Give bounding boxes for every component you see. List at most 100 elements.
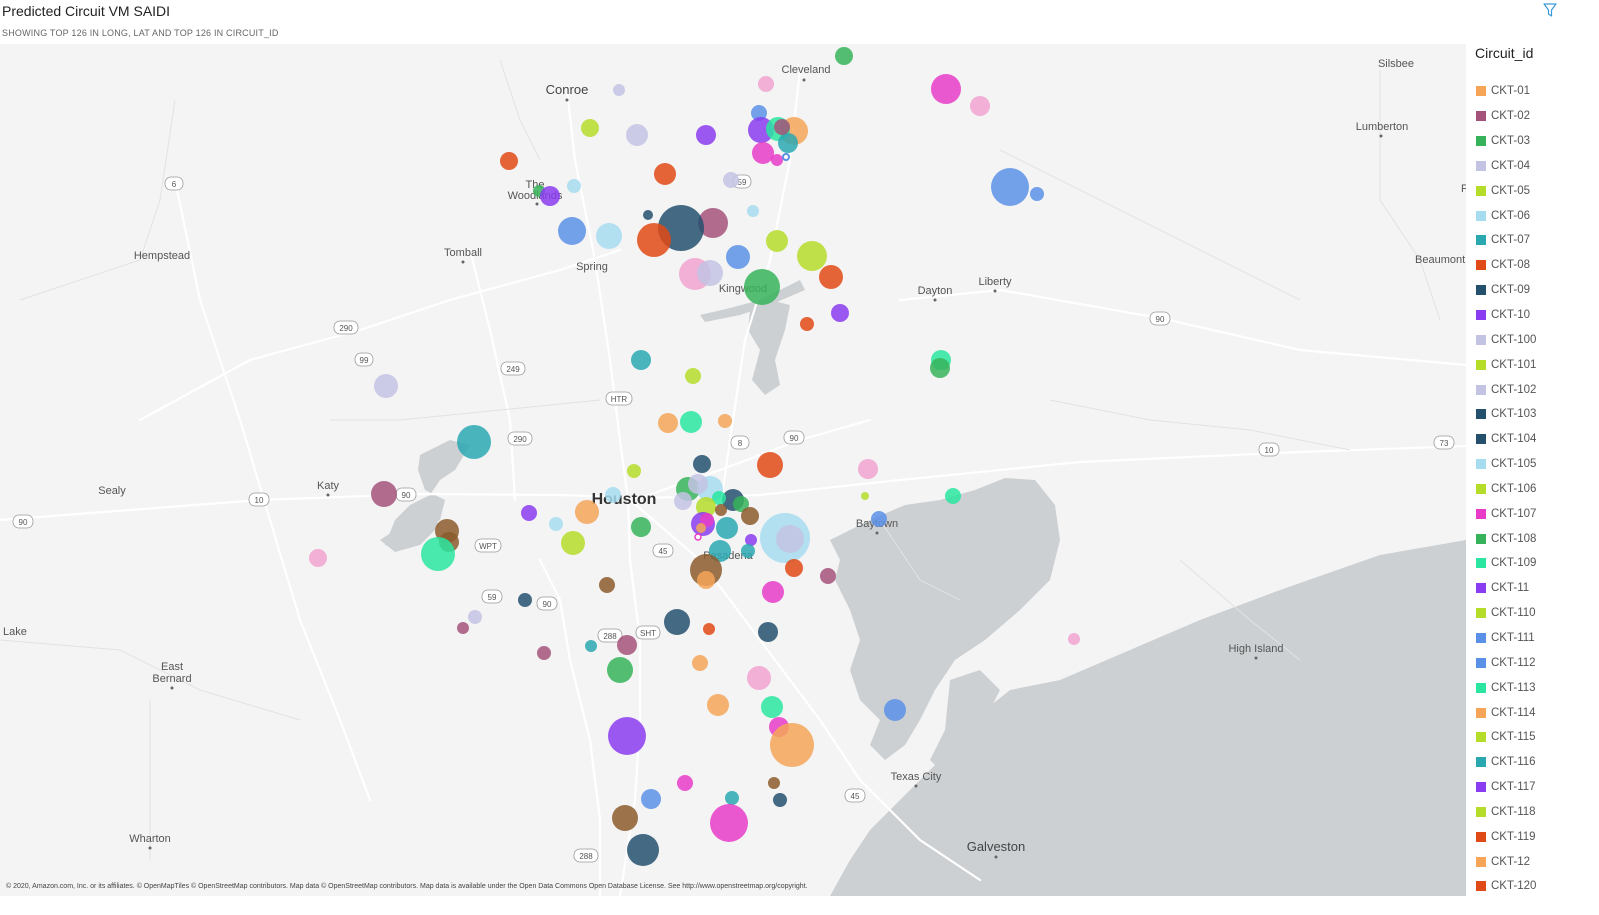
map-bubble: [697, 571, 715, 589]
place-label: Dayton: [918, 285, 953, 297]
legend-swatch: [1476, 160, 1486, 171]
legend-label: CKT-104: [1491, 433, 1537, 446]
legend-label: CKT-110: [1491, 607, 1536, 620]
legend-label: CKT-02: [1491, 110, 1530, 123]
svg-text:90: 90: [402, 491, 411, 500]
legend-item[interactable]: CKT-103: [1476, 402, 1536, 427]
legend-item[interactable]: CKT-114: [1476, 700, 1536, 725]
legend-item[interactable]: CKT-119: [1476, 824, 1536, 849]
legend-item[interactable]: CKT-107: [1476, 501, 1536, 526]
map-bubble: [752, 142, 774, 164]
legend-item[interactable]: CKT-02: [1476, 104, 1536, 129]
legend-swatch: [1476, 359, 1486, 370]
legend-label: CKT-118: [1491, 805, 1536, 818]
place-label: Wharton: [129, 833, 171, 845]
map-bubble: [631, 350, 651, 370]
legend-label: CKT-107: [1491, 507, 1537, 520]
map-bubble: [716, 517, 738, 539]
place-label: Hempstead: [134, 250, 190, 262]
map-bubble: [585, 640, 597, 652]
legend-swatch: [1476, 682, 1486, 693]
legend-label: CKT-12: [1491, 855, 1530, 868]
map-bubble: [747, 666, 771, 690]
legend-item[interactable]: CKT-03: [1476, 129, 1536, 154]
legend-item[interactable]: CKT-06: [1476, 203, 1536, 228]
legend-item[interactable]: CKT-112: [1476, 650, 1536, 675]
legend-panel: Circuit_id CKT-01 CKT-02 CKT-03 CKT-04 CKT-0…: [1466, 44, 1599, 896]
map-bubble: [626, 124, 648, 146]
map-bubble: [549, 517, 563, 531]
map-bubble: [309, 549, 327, 567]
legend-label: CKT-09: [1491, 284, 1530, 297]
map-bubble: [693, 455, 711, 473]
legend-item[interactable]: CKT-10: [1476, 303, 1536, 328]
place-label: Beaumont: [1415, 254, 1465, 266]
legend-label: CKT-10: [1491, 309, 1530, 322]
place-label: Bernard: [152, 673, 191, 685]
place-label: Cleveland: [782, 64, 831, 76]
legend-item[interactable]: CKT-111: [1476, 626, 1536, 651]
legend-item[interactable]: CKT-116: [1476, 750, 1536, 775]
legend-item[interactable]: CKT-04: [1476, 154, 1536, 179]
legend-item[interactable]: CKT-100: [1476, 327, 1536, 352]
map-canvas[interactable]: 6 290 99 249 290 HTR 8 90 90 90 10 73 90…: [0, 44, 1466, 896]
legend-swatch: [1476, 310, 1486, 321]
svg-text:288: 288: [579, 852, 593, 861]
svg-text:45: 45: [851, 792, 860, 801]
map-bubble: [707, 694, 729, 716]
legend-item[interactable]: CKT-115: [1476, 725, 1536, 750]
legend-item[interactable]: CKT-117: [1476, 775, 1536, 800]
legend-swatch: [1476, 483, 1486, 494]
svg-text:73: 73: [1440, 439, 1449, 448]
legend-item[interactable]: CKT-08: [1476, 253, 1536, 278]
map-bubble: [831, 304, 849, 322]
legend-item[interactable]: CKT-113: [1476, 675, 1536, 700]
svg-text:288: 288: [603, 632, 617, 641]
legend-swatch: [1476, 732, 1486, 743]
legend-label: CKT-03: [1491, 135, 1530, 148]
map-bubble: [696, 125, 716, 145]
legend-item[interactable]: CKT-105: [1476, 452, 1536, 477]
map-bubble: [747, 205, 759, 217]
map-bubble: [637, 223, 671, 257]
legend-label: CKT-113: [1491, 681, 1536, 694]
legend-item[interactable]: CKT-11: [1476, 576, 1536, 601]
legend-item[interactable]: CKT-01: [1476, 79, 1536, 104]
legend-label: CKT-04: [1491, 159, 1530, 172]
legend-item[interactable]: CKT-05: [1476, 178, 1536, 203]
map-bubble: [797, 241, 827, 271]
legend-item[interactable]: CKT-101: [1476, 352, 1536, 377]
legend-item[interactable]: CKT-07: [1476, 228, 1536, 253]
place-label: Tomball: [444, 247, 482, 259]
map-bubble: [371, 481, 397, 507]
legend-swatch: [1476, 285, 1486, 296]
map-bubble: [612, 805, 638, 831]
legend-item[interactable]: CKT-09: [1476, 278, 1536, 303]
map-bubble: [680, 411, 702, 433]
legend-item[interactable]: CKT-118: [1476, 799, 1536, 824]
map-bubble: [664, 609, 690, 635]
filter-icon[interactable]: [1542, 2, 1558, 18]
legend-item[interactable]: CKT-104: [1476, 427, 1536, 452]
map-bubble: [931, 74, 961, 104]
map-bubble: [654, 163, 676, 185]
legend-label: CKT-114: [1491, 706, 1536, 719]
legend-item[interactable]: CKT-110: [1476, 601, 1536, 626]
legend-item[interactable]: CKT-102: [1476, 377, 1536, 402]
map-bubble: [631, 517, 651, 537]
legend-swatch: [1476, 583, 1486, 594]
map-bubble: [617, 635, 637, 655]
map-bubble: [930, 358, 950, 378]
legend-item[interactable]: CKT-108: [1476, 526, 1536, 551]
map-bubble: [835, 47, 853, 65]
map-bubble: [761, 696, 783, 718]
legend-swatch: [1476, 185, 1486, 196]
legend-swatch: [1476, 409, 1486, 420]
map-bubble: [771, 154, 783, 166]
legend-item[interactable]: CKT-120: [1476, 874, 1536, 896]
legend-item[interactable]: CKT-12: [1476, 849, 1536, 874]
legend-swatch: [1476, 235, 1486, 246]
legend-item[interactable]: CKT-106: [1476, 477, 1536, 502]
legend-swatch: [1476, 782, 1486, 793]
legend-item[interactable]: CKT-109: [1476, 551, 1536, 576]
